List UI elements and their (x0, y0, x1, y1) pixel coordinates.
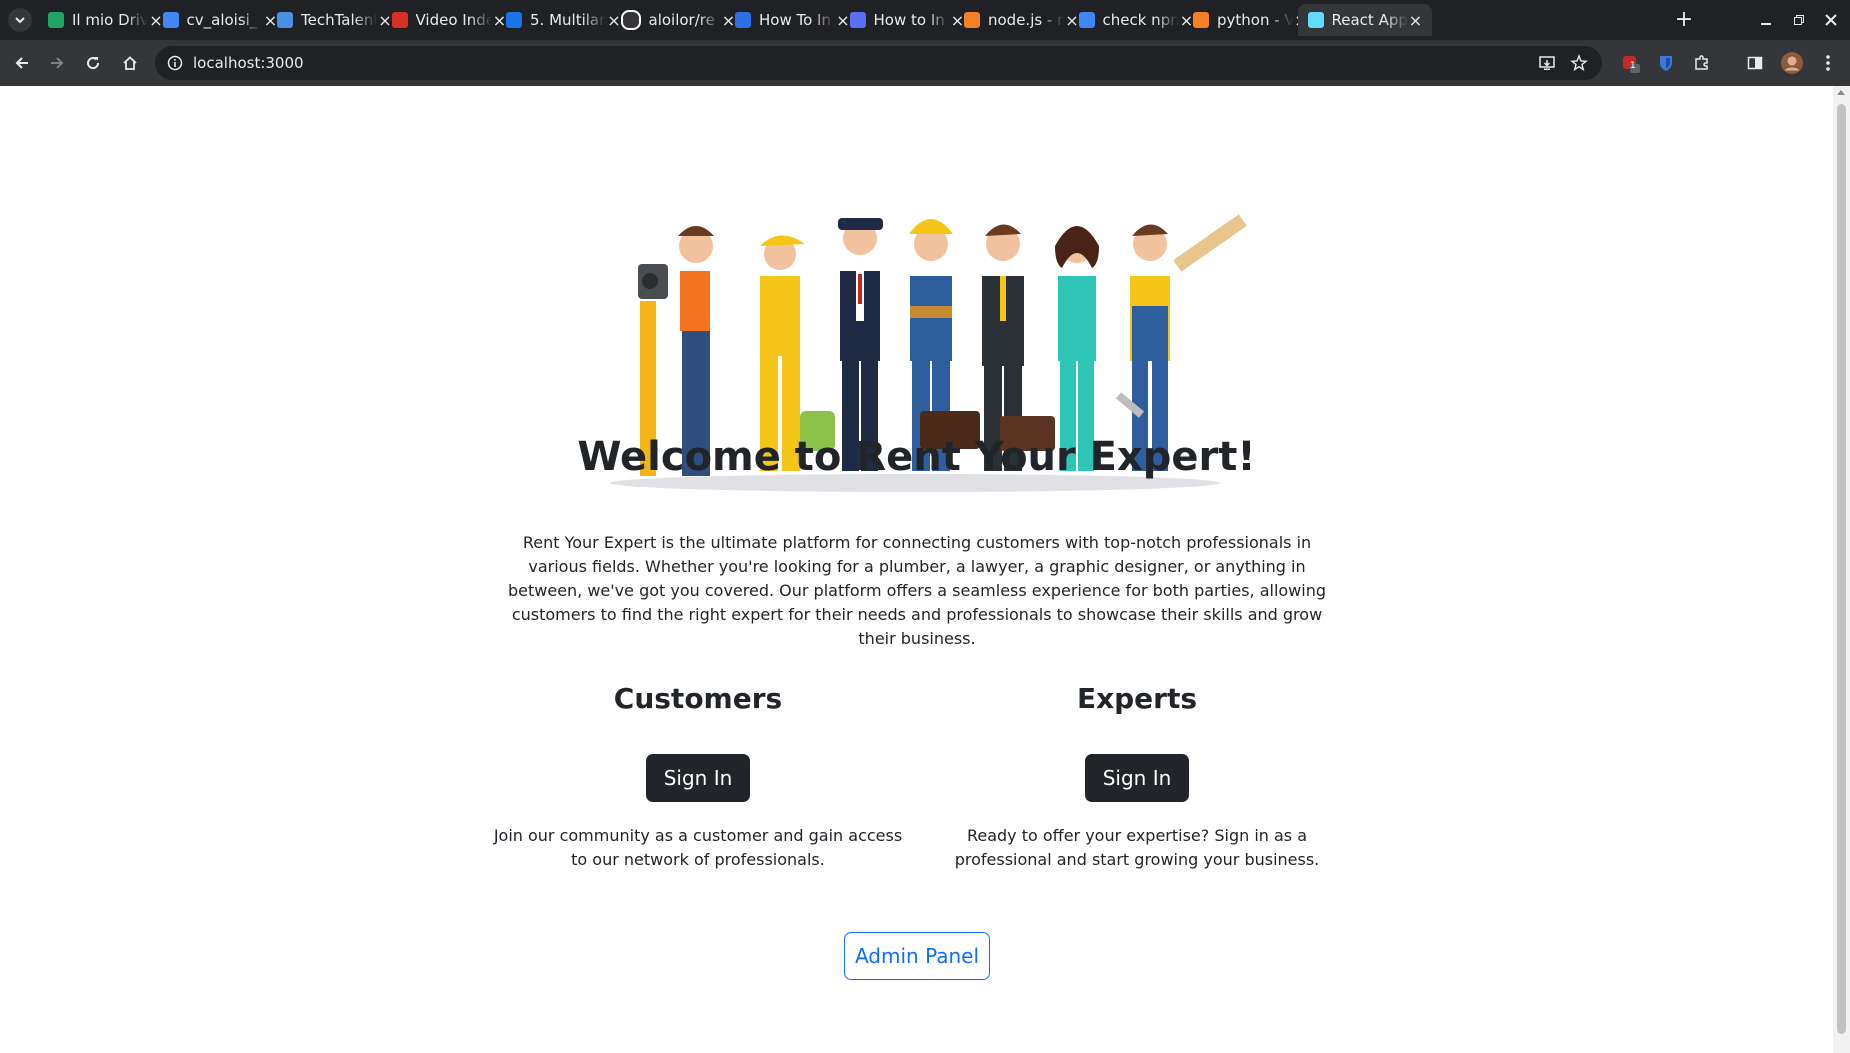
kebab-menu-icon (1826, 55, 1830, 71)
info-icon (167, 55, 183, 71)
tab-title: How to In (873, 11, 945, 29)
address-bar[interactable]: localhost:3000 (155, 46, 1602, 80)
url-text: localhost:3000 (193, 54, 304, 72)
browser-tab[interactable]: python - V× (1183, 4, 1317, 36)
star-icon (1570, 54, 1588, 72)
install-icon (1539, 56, 1555, 70)
menu-button[interactable] (1816, 51, 1840, 75)
reload-icon (87, 57, 100, 70)
close-icon (1825, 14, 1837, 26)
google-drive-icon (48, 12, 64, 28)
extension-adblock-button[interactable]: 1 (1619, 51, 1643, 75)
page-content: Welcome to Rent Your Expert! Rent Your E… (0, 86, 1833, 1053)
browser-tab[interactable]: TechTalent × (267, 4, 401, 36)
scroll-up-icon[interactable] (1837, 90, 1845, 95)
restore-icon (1794, 15, 1804, 25)
tab-title: How To In (759, 11, 831, 29)
tab-title: python - V (1217, 11, 1293, 29)
stackoverflow-icon (964, 12, 980, 28)
reload-button[interactable] (79, 49, 107, 77)
arrow-left-icon (15, 57, 28, 69)
restore-button[interactable] (1789, 10, 1809, 30)
github-icon (620, 10, 641, 30)
bookmark-button[interactable] (1567, 51, 1591, 75)
side-panel-icon (1747, 56, 1763, 70)
tab-title: 5. Multilang (530, 11, 606, 29)
arrow-right-icon (51, 57, 64, 69)
close-window-button[interactable] (1821, 10, 1841, 30)
page-title: Welcome to Rent Your Expert! (577, 434, 1256, 480)
browser-tab[interactable]: How To In × (725, 4, 859, 36)
install-app-button[interactable] (1535, 51, 1559, 75)
customers-heading: Customers (613, 682, 783, 715)
page-scrollbar[interactable] (1833, 86, 1850, 1053)
tab-close-icon[interactable]: × (1408, 11, 1424, 30)
side-panel-button[interactable] (1743, 51, 1767, 75)
browser-tab[interactable]: node.js - r × (954, 4, 1088, 36)
extension-bitwarden-button[interactable] (1654, 51, 1678, 75)
shield-icon (1660, 56, 1672, 71)
laptop-icon (277, 12, 293, 28)
forward-button[interactable] (43, 49, 71, 77)
experts-heading: Experts (1076, 682, 1198, 715)
experts-description: Ready to offer your expertise? Sign in a… (954, 826, 1320, 869)
tab-title: TechTalent (301, 11, 377, 29)
tab-search-button[interactable] (8, 8, 32, 32)
extension-badge: 1 (1630, 61, 1636, 71)
doc-icon (506, 12, 522, 28)
browser-toolbar: localhost:3000 1 (0, 40, 1850, 86)
customers-description: Join our community as a customer and gai… (493, 826, 903, 869)
google-icon (1078, 12, 1095, 28)
google-docs-icon (162, 12, 179, 28)
minimize-icon (1761, 23, 1771, 25)
swirl-icon (735, 12, 751, 28)
back-button[interactable] (8, 49, 36, 77)
avatar (1781, 52, 1803, 74)
tab-title: Il mio Drive (72, 11, 148, 29)
minimize-button[interactable] (1756, 10, 1776, 30)
intro-paragraph: Rent Your Expert is the ultimate platfor… (507, 533, 1327, 648)
browser-tab[interactable]: Il mio Drive× (38, 4, 172, 36)
chevron-down-icon (15, 17, 25, 24)
tab-title: check npm (1102, 11, 1179, 29)
puzzle-icon (1695, 55, 1708, 70)
scrollbar-thumb[interactable] (1837, 104, 1846, 1034)
customers-section: Customers Sign In Join our community as … (488, 682, 908, 872)
new-tab-button[interactable]: + (1670, 6, 1698, 34)
stackoverflow-icon (1193, 12, 1209, 28)
customer-sign-in-button[interactable]: Sign In (645, 754, 751, 802)
tab-title: aloilor/re (648, 11, 715, 29)
tab-title: node.js - r (988, 11, 1064, 29)
a-icon (849, 12, 866, 28)
react-icon (1307, 12, 1324, 28)
browser-tab[interactable]: 5. Multilang× (496, 4, 630, 36)
home-icon (123, 56, 137, 70)
profile-button[interactable] (1780, 51, 1804, 75)
expert-sign-in-button[interactable]: Sign In (1084, 754, 1190, 802)
extensions-button[interactable] (1690, 51, 1714, 75)
tab-title: React App (1331, 11, 1408, 29)
browser-tab[interactable]: React App × (1297, 4, 1432, 36)
experts-section: Experts Sign In Ready to offer your expe… (927, 682, 1347, 872)
tab-title: Video Index (415, 11, 492, 29)
tab-title: cv_aloisi_ (186, 11, 258, 29)
home-button[interactable] (116, 49, 144, 77)
video-icon (391, 12, 408, 28)
browser-tab-strip: Il mio Drive× cv_aloisi_ × TechTalent× Video… (0, 0, 1850, 40)
admin-panel-button[interactable]: Admin Panel (844, 932, 990, 980)
